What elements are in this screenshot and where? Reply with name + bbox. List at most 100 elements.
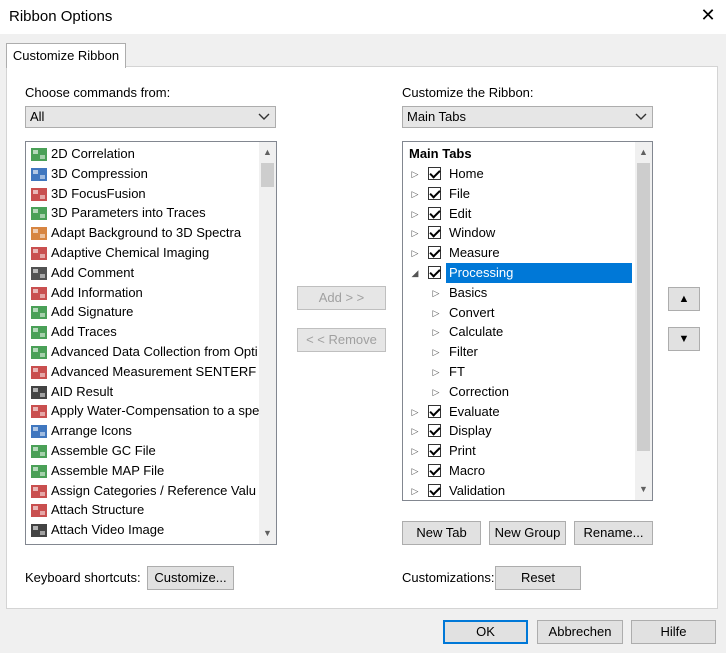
customizations-label: Customizations: <box>402 570 495 585</box>
expand-icon[interactable]: ▷ <box>410 402 420 422</box>
expand-icon[interactable]: ▷ <box>431 322 441 342</box>
scroll-down-icon[interactable]: ▼ <box>635 481 652 498</box>
tab-checkbox[interactable] <box>428 206 441 220</box>
tab-checkbox[interactable] <box>428 186 441 200</box>
scroll-thumb[interactable] <box>261 163 274 187</box>
command-label: AID Result <box>51 383 114 399</box>
tree-item[interactable]: ▷ Filter <box>403 342 636 362</box>
expand-icon[interactable]: ▷ <box>431 342 441 362</box>
tab-checkbox[interactable] <box>428 167 441 180</box>
expand-icon[interactable]: ▷ <box>410 164 420 184</box>
command-item[interactable]: Assign Categories / Reference Valu <box>26 481 258 501</box>
expand-icon[interactable]: ▷ <box>410 184 420 204</box>
tab-customize-ribbon[interactable]: Customize Ribbon <box>6 43 126 68</box>
command-item[interactable]: 2D Correlation <box>26 144 258 164</box>
tree-item[interactable]: ▷ Home <box>403 164 636 184</box>
tree-scrollbar[interactable]: ▲ ▼ <box>635 142 652 500</box>
move-up-button[interactable]: ▲ <box>668 287 700 311</box>
command-item[interactable]: Assemble GC File <box>26 441 258 461</box>
tree-item[interactable]: ▷ Validation <box>403 481 636 500</box>
cancel-button[interactable]: Abbrechen <box>537 620 623 644</box>
command-item[interactable]: Adapt Background to 3D Spectra <box>26 223 258 243</box>
expand-icon[interactable]: ▷ <box>410 441 420 461</box>
tab-checkbox[interactable] <box>428 444 441 458</box>
command-item[interactable]: Attach Structure <box>26 500 258 520</box>
expand-icon[interactable]: ▷ <box>410 223 420 243</box>
command-item[interactable]: Assemble MAP File <box>26 461 258 481</box>
tree-item[interactable]: ▷ Macro <box>403 461 636 481</box>
tree-item[interactable]: ▷ File <box>403 184 636 204</box>
tree-item[interactable]: ▷ Correction <box>403 382 636 402</box>
command-item[interactable]: Advanced Measurement SENTERF <box>26 362 258 382</box>
tab-checkbox[interactable] <box>428 404 441 418</box>
scroll-up-icon[interactable]: ▲ <box>259 144 276 161</box>
command-item[interactable]: Add Information <box>26 283 258 303</box>
scroll-down-icon[interactable]: ▼ <box>259 525 276 542</box>
tab-checkbox[interactable] <box>428 226 441 240</box>
expand-icon[interactable]: ▷ <box>410 204 420 224</box>
expand-icon[interactable]: ▷ <box>431 303 441 323</box>
tree-item[interactable]: ▷ Calculate <box>403 322 636 342</box>
tab-checkbox[interactable] <box>428 483 441 497</box>
commands-scrollbar[interactable]: ▲ ▼ <box>259 142 276 544</box>
scroll-up-icon[interactable]: ▲ <box>635 144 652 161</box>
tree-item[interactable]: ▷ Evaluate <box>403 402 636 422</box>
command-item[interactable]: AID Result <box>26 382 258 402</box>
commands-list[interactable]: 2D Correlation 3D Compression 3D FocusFusi… <box>25 141 277 545</box>
rename-button[interactable]: Rename... <box>574 521 653 545</box>
command-item[interactable]: 3D Compression <box>26 164 258 184</box>
ribbon-tree[interactable]: Main Tabs ▷ Home ▷ File ▷ Edit ▷ Window ▷ Measure… <box>402 141 653 501</box>
move-down-button[interactable]: ▼ <box>668 327 700 351</box>
group-item-label: Correction <box>449 383 509 399</box>
customize-ribbon-combo[interactable]: Main Tabs <box>402 106 653 128</box>
command-label: 2D Correlation <box>51 146 135 161</box>
command-label: Assemble MAP File <box>51 462 165 478</box>
command-item[interactable]: Add Traces <box>26 322 258 342</box>
tree-item[interactable]: ▷ Display <box>403 421 636 441</box>
tree-item[interactable]: ▷ Print <box>403 441 636 461</box>
command-item[interactable]: 3D FocusFusion <box>26 184 258 204</box>
command-item[interactable]: Add Comment <box>26 263 258 283</box>
command-item[interactable]: 3D Parameters into Traces <box>26 203 258 223</box>
command-item[interactable]: Arrange Icons <box>26 421 258 441</box>
expand-icon[interactable]: ▷ <box>410 421 420 441</box>
new-tab-button[interactable]: New Tab <box>402 521 481 545</box>
command-item[interactable]: Adaptive Chemical Imaging <box>26 243 258 263</box>
command-item[interactable]: Advanced Data Collection from Opti <box>26 342 258 362</box>
assign-categories-icon <box>30 483 48 500</box>
remove-button[interactable]: < < Remove <box>297 328 386 352</box>
choose-commands-combo[interactable]: All <box>25 106 276 128</box>
tab-checkbox[interactable] <box>428 246 441 260</box>
collapse-icon[interactable]: ◢ <box>410 263 420 283</box>
expand-icon[interactable]: ▷ <box>410 243 420 263</box>
close-icon[interactable]: ✕ <box>697 4 719 26</box>
tree-item[interactable]: ▷ Convert <box>403 303 636 323</box>
tree-item-label: Measure <box>449 245 500 261</box>
scroll-thumb[interactable] <box>637 163 650 451</box>
expand-icon[interactable]: ▷ <box>431 283 441 303</box>
tree-item[interactable]: ▷ Basics <box>403 283 636 303</box>
add-button[interactable]: Add > > <box>297 286 386 310</box>
expand-icon[interactable]: ▷ <box>410 481 420 500</box>
tree-item[interactable]: ▷ FT <box>403 362 636 382</box>
tree-item-label: Edit <box>449 205 472 221</box>
command-item[interactable]: Apply Water-Compensation to a spe <box>26 401 259 421</box>
help-button[interactable]: Hilfe <box>631 620 716 644</box>
new-group-button[interactable]: New Group <box>489 521 566 545</box>
command-item[interactable]: Add Signature <box>26 302 258 322</box>
tree-item[interactable]: ▷ Measure <box>403 243 636 263</box>
expand-icon[interactable]: ▷ <box>410 461 420 481</box>
tab-checkbox[interactable] <box>428 424 441 438</box>
tree-item[interactable]: ▷ Edit <box>403 204 636 224</box>
ok-button[interactable]: OK <box>443 620 528 644</box>
tab-checkbox[interactable] <box>428 266 441 279</box>
tab-checkbox[interactable] <box>428 464 441 477</box>
reset-button[interactable]: Reset <box>495 566 581 590</box>
expand-icon[interactable]: ▷ <box>431 382 441 402</box>
group-item-label: Basics <box>449 284 488 300</box>
tree-item[interactable]: ▷ Window <box>403 223 636 243</box>
tree-item[interactable]: ◢ Processing <box>403 263 636 283</box>
command-item[interactable]: Attach Video Image <box>26 520 258 540</box>
customize-button[interactable]: Customize... <box>147 566 234 590</box>
expand-icon[interactable]: ▷ <box>431 362 441 382</box>
